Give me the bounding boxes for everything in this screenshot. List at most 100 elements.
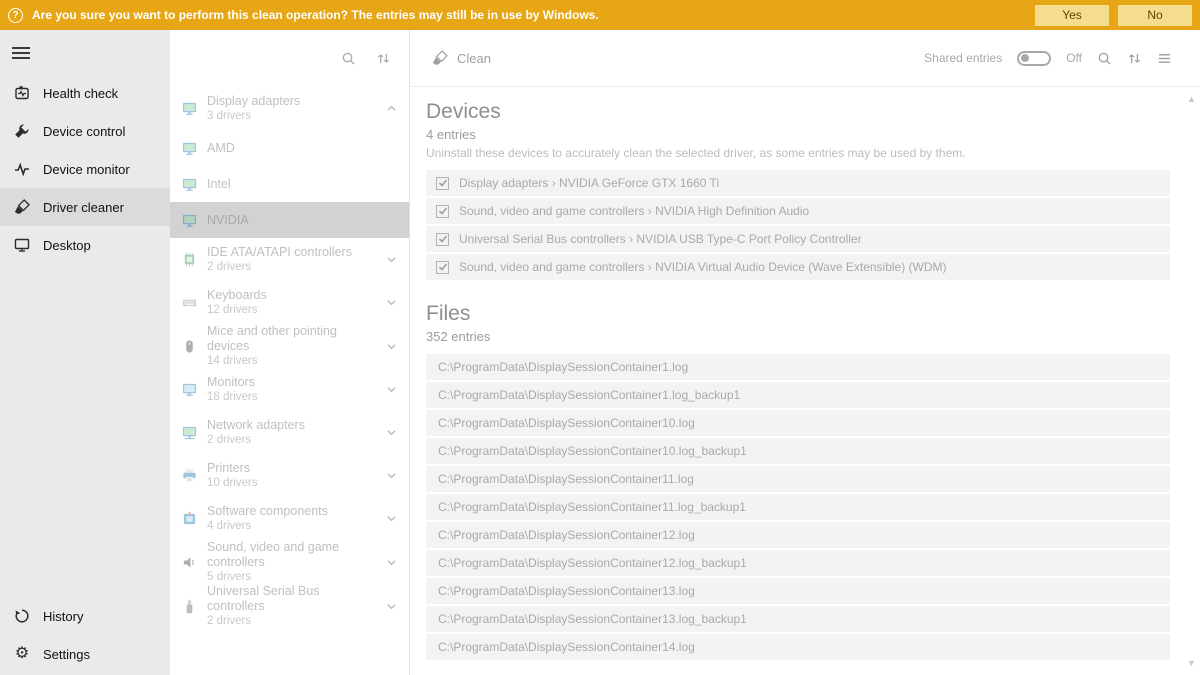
checkbox-checked[interactable] — [436, 177, 449, 190]
file-path: C:\ProgramData\DisplaySessionContainer11… — [438, 472, 694, 486]
clean-content: Devices 4 entries Uninstall these device… — [410, 87, 1200, 675]
speaker-icon — [182, 555, 197, 570]
file-row[interactable]: C:\ProgramData\DisplaySessionContainer10… — [426, 438, 1170, 464]
no-button[interactable]: No — [1118, 5, 1192, 26]
file-row[interactable]: C:\ProgramData\DisplaySessionContainer11… — [426, 466, 1170, 492]
sidebar-item-label: Desktop — [43, 238, 91, 253]
gear-icon: ⚙ — [13, 646, 31, 662]
menu-icon[interactable] — [0, 30, 170, 74]
chevron-down-icon[interactable] — [386, 384, 397, 395]
sidebar-item-driver-cleaner[interactable]: Driver cleaner — [0, 188, 170, 226]
tree-group-label: Network adapters — [207, 418, 305, 433]
tree-group-monitors[interactable]: Monitors 18 drivers — [170, 368, 409, 411]
sidebar-item-health-check[interactable]: Health check — [0, 74, 170, 112]
chevron-down-icon[interactable] — [386, 297, 397, 308]
chevron-down-icon[interactable] — [386, 341, 397, 352]
file-row[interactable]: C:\ProgramData\DisplaySessionContainer10… — [426, 410, 1170, 436]
file-row[interactable]: C:\ProgramData\DisplaySessionContainer13… — [426, 606, 1170, 632]
tree-group-display-adapters[interactable]: Display adapters 3 drivers — [170, 87, 409, 130]
sidebar-item-label: Health check — [43, 86, 118, 101]
sidebar-item-label: Driver cleaner — [43, 200, 124, 215]
sort-icon[interactable] — [1127, 51, 1142, 66]
tree-group-count: 18 drivers — [207, 390, 258, 404]
yes-button[interactable]: Yes — [1035, 5, 1109, 26]
tree-group-label: Keyboards — [207, 288, 267, 303]
sidebar-item-label: Settings — [43, 647, 90, 662]
file-row[interactable]: C:\ProgramData\DisplaySessionContainer1.… — [426, 382, 1170, 408]
device-row[interactable]: Universal Serial Bus controllers › NVIDI… — [426, 226, 1170, 252]
tree-group-keyboards[interactable]: Keyboards 12 drivers — [170, 281, 409, 324]
file-list: C:\ProgramData\DisplaySessionContainer1.… — [426, 354, 1170, 660]
device-row[interactable]: Display adapters › NVIDIA GeForce GTX 16… — [426, 170, 1170, 196]
device-row-label: Sound, video and game controllers › NVID… — [459, 260, 947, 274]
monitor-icon — [13, 237, 31, 253]
sidebar-item-device-monitor[interactable]: Device monitor — [0, 150, 170, 188]
chevron-down-icon[interactable] — [386, 513, 397, 524]
checkbox-checked[interactable] — [436, 205, 449, 218]
tree-group-printers[interactable]: Printers 10 drivers — [170, 454, 409, 497]
sort-icon[interactable] — [376, 51, 391, 66]
file-row[interactable]: C:\ProgramData\DisplaySessionContainer1.… — [426, 354, 1170, 380]
device-row-label: Sound, video and game controllers › NVID… — [459, 204, 809, 218]
chevron-down-icon[interactable] — [386, 254, 397, 265]
tree-group-mice[interactable]: Mice and other pointing devices 14 drive… — [170, 324, 409, 368]
file-row[interactable]: C:\ProgramData\DisplaySessionContainer12… — [426, 550, 1170, 576]
toolbar-title: Clean — [457, 51, 491, 66]
sidebar-item-settings[interactable]: ⚙ Settings — [0, 635, 170, 673]
tree-group-count: 14 drivers — [207, 354, 376, 368]
tree-group-count: 4 drivers — [207, 519, 328, 533]
file-path: C:\ProgramData\DisplaySessionContainer10… — [438, 416, 695, 430]
usb-icon — [182, 599, 197, 614]
brush-icon — [432, 50, 448, 66]
tree-item-label: AMD — [207, 141, 235, 155]
vertical-scrollbar[interactable]: ▲ ▼ — [1183, 88, 1200, 675]
device-row[interactable]: Sound, video and game controllers › NVID… — [426, 254, 1170, 280]
search-icon[interactable] — [1097, 51, 1112, 66]
chevron-up-icon[interactable] — [386, 103, 397, 114]
sidebar: Health check Device control Device monit… — [0, 30, 170, 675]
chevron-down-icon[interactable] — [386, 470, 397, 481]
chevron-down-icon[interactable] — [386, 557, 397, 568]
help-icon: ? — [8, 8, 23, 23]
scroll-up-icon[interactable]: ▲ — [1187, 95, 1196, 104]
files-section-title: Files — [426, 302, 1170, 326]
tree-group-count: 12 drivers — [207, 303, 267, 317]
list-view-icon[interactable] — [1157, 51, 1172, 66]
tree-item-intel[interactable]: Intel — [170, 166, 409, 202]
wrench-icon — [13, 123, 31, 139]
shared-entries-toggle[interactable] — [1017, 51, 1051, 66]
tree-toolbar — [170, 30, 409, 87]
monitor-icon — [182, 382, 197, 397]
tree-group-network-adapters[interactable]: Network adapters 2 drivers — [170, 411, 409, 454]
tree-group-usb-controllers[interactable]: Universal Serial Bus controllers 2 drive… — [170, 584, 409, 628]
file-row[interactable]: C:\ProgramData\DisplaySessionContainer11… — [426, 494, 1170, 520]
tree-group-count: 10 drivers — [207, 476, 258, 490]
file-row[interactable]: C:\ProgramData\DisplaySessionContainer14… — [426, 634, 1170, 660]
file-row[interactable]: C:\ProgramData\DisplaySessionContainer12… — [426, 522, 1170, 548]
chevron-down-icon[interactable] — [386, 601, 397, 612]
device-row-label: Universal Serial Bus controllers › NVIDI… — [459, 232, 862, 246]
display-adapter-icon — [182, 177, 197, 192]
chevron-down-icon[interactable] — [386, 427, 397, 438]
tree-item-nvidia[interactable]: NVIDIA — [170, 202, 409, 238]
checkbox-checked[interactable] — [436, 233, 449, 246]
file-path: C:\ProgramData\DisplaySessionContainer1.… — [438, 360, 688, 374]
tree-item-amd[interactable]: AMD — [170, 130, 409, 166]
sidebar-bottom: History ⚙ Settings — [0, 597, 170, 675]
sidebar-item-desktop[interactable]: Desktop — [0, 226, 170, 264]
file-row[interactable]: C:\ProgramData\DisplaySessionContainer13… — [426, 578, 1170, 604]
keyboard-icon — [182, 295, 197, 310]
device-row[interactable]: Sound, video and game controllers › NVID… — [426, 198, 1170, 224]
tree-group-ide-controllers[interactable]: IDE ATA/ATAPI controllers 2 drivers — [170, 238, 409, 281]
sidebar-item-label: History — [43, 609, 83, 624]
tree-group-sound-controllers[interactable]: Sound, video and game controllers 5 driv… — [170, 540, 409, 584]
sidebar-item-history[interactable]: History — [0, 597, 170, 635]
sidebar-item-device-control[interactable]: Device control — [0, 112, 170, 150]
files-entry-count: 352 entries — [426, 329, 1170, 344]
file-path: C:\ProgramData\DisplaySessionContainer14… — [438, 640, 695, 654]
tree-group-software-components[interactable]: Software components 4 drivers — [170, 497, 409, 540]
mouse-icon — [182, 339, 197, 354]
scroll-down-icon[interactable]: ▼ — [1187, 659, 1196, 668]
search-icon[interactable] — [341, 51, 356, 66]
checkbox-checked[interactable] — [436, 261, 449, 274]
